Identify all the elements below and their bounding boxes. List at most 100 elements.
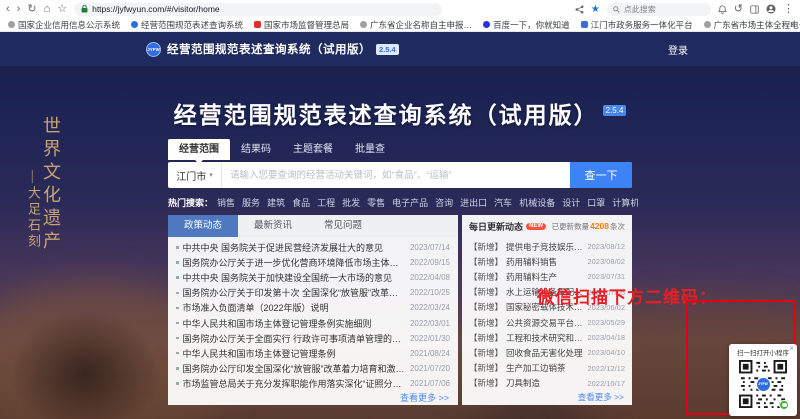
reload-icon[interactable]: ↻: [27, 0, 36, 18]
news-list-item[interactable]: 国务院办公厅关于全面实行 行政许可事项清单管理的通知 2022/01/30: [176, 331, 450, 346]
search-tab[interactable]: 结果码: [230, 139, 282, 160]
news-title: 中华人民共和国市场主体登记管理条例: [182, 348, 336, 359]
news-tab[interactable]: 常见问题: [308, 215, 378, 237]
sidebar-icon[interactable]: [750, 4, 759, 14]
updates-more-link[interactable]: 查看更多 >>: [462, 391, 632, 405]
back-icon[interactable]: ‹: [6, 0, 10, 18]
hot-keyword[interactable]: 食品: [292, 196, 310, 209]
hot-keyword[interactable]: 工程: [317, 196, 335, 209]
favicon-icon: [703, 21, 711, 28]
browser-window: ‹ › ↻ ⌂ ☆ https://jyfwyun.com/#/visitor/…: [0, 0, 800, 419]
news-list-item[interactable]: 市场准入负面清单（2022年版）说明 2022/03/24: [176, 300, 450, 315]
hot-keyword[interactable]: 销售: [217, 196, 235, 209]
bookmark[interactable]: 国家企业信用信息公示系统: [8, 19, 120, 31]
news-title: 国务院办公厅关于全面实行 行政许可事项清单管理的通知: [182, 333, 406, 344]
share-icon[interactable]: [575, 5, 584, 14]
news-date: 2021/08/24: [409, 348, 450, 358]
news-tabs: 政策动态 最新资讯 常见问题: [168, 215, 458, 237]
menu-icon[interactable]: ⋮: [783, 0, 794, 18]
bookmark-label: 广东省企业名称自主申报…: [370, 19, 473, 30]
update-list-item[interactable]: 【新增】 刀具制造 2022/10/17: [469, 376, 625, 391]
news-title: 国务院办公厅关于进一步优化营商环境降低市场主体制度性交易成本的意见: [182, 258, 406, 269]
news-date: 2022/04/08: [409, 273, 450, 283]
bookmarks-bar: 国家企业信用信息公示系统 经营范围规范表述查询系统 国家市场监督管理总局 广东省…: [0, 18, 800, 32]
news-date: 2022/01/30: [409, 333, 450, 343]
favicon-icon: [254, 21, 262, 28]
history-icon[interactable]: ↺: [734, 0, 743, 18]
favorite-star-icon[interactable]: ★: [591, 4, 600, 15]
hot-keyword[interactable]: 零售: [367, 196, 385, 209]
hot-keyword[interactable]: 咨询: [435, 196, 453, 209]
bookmark[interactable]: 广东省市场主体全程电子…: [703, 19, 800, 31]
hot-keyword[interactable]: 口罩: [587, 196, 605, 209]
hot-keyword[interactable]: 设计: [562, 196, 580, 209]
region-selector[interactable]: 江门市 ▾: [168, 162, 222, 188]
update-tag: 【新增】: [469, 271, 504, 282]
hot-keyword[interactable]: 计算机: [612, 196, 638, 209]
news-list-item[interactable]: 中华人民共和国市场主体登记管理条例实施细则 2022/03/01: [176, 315, 450, 330]
forward-icon[interactable]: ›: [17, 0, 21, 18]
hot-keyword[interactable]: 进出口: [460, 196, 487, 209]
profile-icon[interactable]: [766, 4, 776, 14]
news-tab[interactable]: 最新资讯: [238, 215, 308, 237]
login-button[interactable]: 登录: [668, 42, 688, 57]
update-list-item[interactable]: 【新增】 药用辅料销售 2023/08/02: [469, 254, 625, 269]
update-date: 2023/04/18: [587, 333, 625, 343]
search-tab[interactable]: 批量查: [344, 139, 396, 160]
bullet-icon: [176, 321, 179, 325]
bookmark[interactable]: 经营范围规范表述查询系统: [131, 19, 243, 31]
search-tab[interactable]: 主题套餐: [282, 139, 344, 160]
close-icon[interactable]: ×: [789, 345, 794, 353]
news-more-link[interactable]: 查看更多 >>: [168, 391, 458, 405]
update-name: 提供电子竞技娱乐的住宿服务: [506, 241, 584, 252]
update-list-item[interactable]: 【新增】 生产加工边销茶 2022/12/12: [469, 361, 625, 376]
search-button[interactable]: 查一下: [570, 162, 632, 188]
bookmark[interactable]: 百度一下，你就知道: [483, 19, 570, 31]
bookmark-label: 国家企业信用信息公示系统: [18, 19, 121, 30]
notifications-bell-icon[interactable]: [717, 4, 727, 14]
search-tabs: 经营范围 结果码 主题套餐 批量查: [168, 139, 396, 164]
news-list-item[interactable]: 中共中央 国务院关于加快建设全国统一大市场的意见 2022/04/08: [176, 270, 450, 285]
update-date: 2023/04/10: [587, 348, 625, 358]
hot-keyword[interactable]: 建筑: [267, 196, 285, 209]
update-name: 药用辅料生产: [506, 271, 558, 282]
update-name: 生产加工边销茶: [506, 363, 566, 374]
hot-keyword[interactable]: 汽车: [494, 196, 512, 209]
update-list-item[interactable]: 【新增】 工程和技术研究和试验发展（除人体干 2023/04/18: [469, 330, 625, 345]
quick-search-box[interactable]: 点此搜索: [606, 2, 711, 16]
news-list-item[interactable]: 中华人民共和国市场主体登记管理条例 2021/08/24: [176, 346, 450, 361]
news-title: 中共中央 国务院关于促进民营经济发展壮大的意见: [182, 243, 384, 254]
news-date: 2023/07/14: [409, 243, 450, 253]
updates-count-prefix: 已更新数量: [551, 221, 590, 231]
favicon-icon: [580, 21, 588, 28]
hot-keyword[interactable]: 机械设备: [519, 196, 555, 209]
update-date: 2023/08/02: [587, 257, 625, 267]
search-tab[interactable]: 经营范围: [168, 139, 230, 164]
bookmark-star-icon[interactable]: ☆: [57, 0, 67, 18]
address-bar[interactable]: https://jyfwyun.com/#/visitor/home: [74, 2, 443, 16]
bookmark[interactable]: 广东省企业名称自主申报…: [360, 19, 472, 31]
hot-keyword[interactable]: 电子产品: [392, 196, 428, 209]
bookmarks-overflow-icon[interactable]: »: [790, 19, 795, 29]
news-list-item[interactable]: 中共中央 国务院关于促进民营经济发展壮大的意见 2023/07/14: [176, 240, 450, 255]
news-list-item[interactable]: 国务院办公厅关于印发第十次 全国深化“放管服”改革电视电话会议 重点任务分 20…: [176, 285, 450, 300]
bookmark[interactable]: 国家市场监督管理总局: [254, 19, 349, 31]
news-list-item[interactable]: 国务院办公厅关于进一步优化营商环境降低市场主体制度性交易成本的意见 2022/0…: [176, 255, 450, 270]
update-list-item[interactable]: 【新增】 回收食品无害化处理 2023/04/10: [469, 345, 625, 360]
update-list-item[interactable]: 【新增】 公共资源交易平台运行技术服务 2023/05/29: [469, 315, 625, 330]
news-list-item[interactable]: 国务院办公厅印发全国深化“放管服”改革着力培育和激发市场主体活力电视电话 202…: [176, 361, 450, 376]
news-tab[interactable]: 政策动态: [168, 215, 238, 237]
news-date: 2021/07/06: [409, 378, 450, 388]
hot-keyword[interactable]: 批发: [342, 196, 360, 209]
bookmark[interactable]: 江门市政务服务一体化平台: [580, 19, 693, 31]
update-list-item[interactable]: 【新增】 提供电子竞技娱乐的住宿服务 2023/08/12: [469, 239, 625, 254]
hot-keyword[interactable]: 服务: [242, 196, 260, 209]
news-list-item[interactable]: 市场监管总局关于充分发挥职能作用落实深化“证照分离”改革任务的通知 2021/0…: [176, 376, 450, 391]
home-icon[interactable]: ⌂: [44, 0, 51, 18]
search-input[interactable]: [222, 162, 570, 188]
qr-logo-icon: JYFW: [755, 376, 771, 392]
update-name: 回收食品无害化处理: [506, 347, 583, 358]
update-tag: 【新增】: [469, 378, 504, 389]
update-date: 2023/05/29: [587, 318, 625, 328]
update-date: 2023/08/12: [587, 242, 625, 252]
